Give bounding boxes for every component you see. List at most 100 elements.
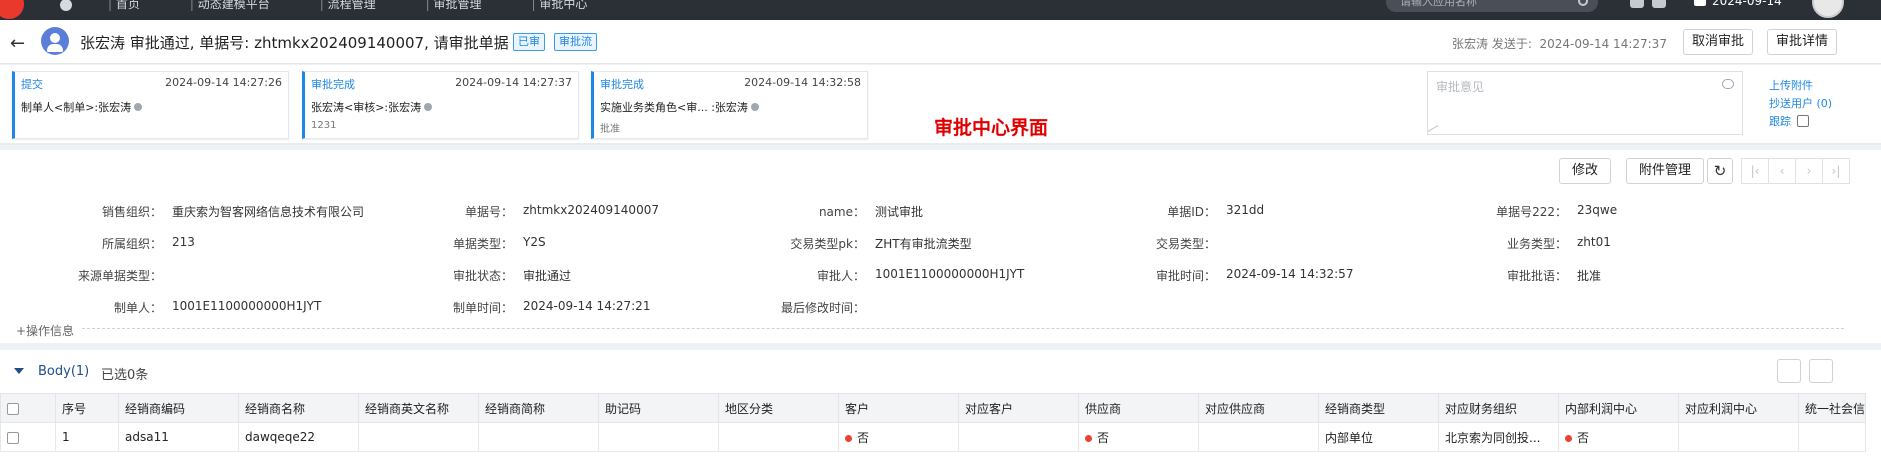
flow-card[interactable]: 提交 2024-09-14 14:27:26 制单人<制单>:张宏涛	[12, 71, 289, 139]
column-header[interactable]: 经销商名称	[238, 393, 359, 423]
back-arrow-icon[interactable]: ←	[10, 33, 25, 54]
column-header[interactable]: 对应客户	[958, 393, 1079, 423]
field-value: 2024-09-14 14:27:21	[523, 299, 651, 313]
flow-badge[interactable]: 审批流	[554, 33, 597, 51]
field-value: 测试审批	[875, 205, 924, 219]
field-label: 单据类型：	[452, 237, 513, 251]
grid-title[interactable]: Body(1)	[38, 364, 89, 379]
operation-info-toggle[interactable]: +操作信息	[16, 322, 74, 339]
field-label: name：	[818, 205, 865, 219]
field-value: 1001E1100000000H1JYT	[875, 267, 1025, 281]
annotation-label: 审批中心界面	[934, 117, 1049, 139]
column-header[interactable]: 助记码	[598, 393, 719, 423]
column-header[interactable]: 经销商编码	[118, 393, 239, 423]
refresh-icon[interactable]: ↻	[1707, 158, 1733, 184]
page-header: ← 张宏涛 审批通过, 单据号: zhtmkx202409140007, 请审批…	[0, 20, 1881, 64]
next-page-button[interactable]: ›	[1795, 158, 1823, 184]
field-value: 审批通过	[523, 269, 572, 283]
first-page-button[interactable]: |‹	[1741, 158, 1769, 184]
row-select-cell[interactable]	[0, 422, 56, 452]
field-label: 所属组织：	[101, 237, 162, 251]
app-search-placeholder: 请输入应用名称	[1400, 0, 1477, 8]
field-label: 单据ID：	[1167, 205, 1216, 219]
table-cell	[598, 422, 719, 452]
table-cell	[478, 422, 599, 452]
search-icon[interactable]	[1578, 0, 1588, 6]
user-avatar[interactable]	[1812, 0, 1844, 18]
attachment-manage-button[interactable]: 附件管理	[1626, 158, 1705, 184]
breadcrumb-item[interactable]: 动态建模平台	[190, 0, 270, 12]
column-header[interactable]: 供应商	[1078, 393, 1199, 423]
body-table: 序号 经销商编码 经销商名称 经销商英文名称 经销商简称 助记码 地区分类 客户…	[0, 393, 1867, 452]
app-search-input[interactable]: 请输入应用名称	[1386, 0, 1598, 12]
column-header[interactable]: 经销商英文名称	[358, 393, 479, 423]
field-value: 1001E1100000000H1JYT	[172, 299, 322, 313]
resize-handle-icon[interactable]	[1428, 125, 1438, 137]
flow-card[interactable]: 审批完成 2024-09-14 14:27:37 张宏涛<审核>:张宏涛 123…	[302, 71, 579, 139]
breadcrumb-item[interactable]: 流程管理	[320, 0, 376, 12]
column-header[interactable]: 序号	[55, 393, 119, 423]
column-header[interactable]: 对应财务组织	[1438, 393, 1559, 423]
select-all-checkbox[interactable]	[7, 402, 19, 415]
prev-page-button[interactable]: ‹	[1768, 158, 1796, 184]
flow-card-person: 实施业务类角色<审... :张宏涛	[600, 99, 861, 115]
column-header[interactable]: 经销商简称	[478, 393, 599, 423]
table-row[interactable]: 1 adsa11 dawqeqe22 否 否 内部单位 北京索为同创投... 否	[0, 422, 1867, 452]
comment-icon[interactable]	[1722, 79, 1734, 89]
table-cell: adsa11	[118, 422, 239, 452]
field-value: 批准	[1577, 269, 1602, 283]
home-icon[interactable]	[60, 0, 72, 11]
table-cell: 否	[1078, 422, 1199, 452]
breadcrumb-item[interactable]: 审批中心	[532, 0, 587, 12]
follow-checkbox[interactable]	[1797, 115, 1809, 127]
field-label: 制单时间：	[452, 301, 513, 315]
upload-attachment-link[interactable]: 上传附件	[1769, 77, 1813, 93]
collapse-caret-icon[interactable]	[14, 368, 24, 374]
breadcrumb-item[interactable]: 审批管理	[426, 0, 481, 12]
table-header-row: 序号 经销商编码 经销商名称 经销商英文名称 经销商简称 助记码 地区分类 客户…	[0, 393, 1867, 423]
breadcrumb-item[interactable]: 首页	[108, 0, 140, 12]
flow-card[interactable]: 审批完成 2024-09-14 14:32:58 实施业务类角色<审... :张…	[591, 71, 868, 139]
approval-detail-button[interactable]: 审批详情	[1767, 29, 1838, 55]
top-date: 2024-09-14	[1712, 0, 1782, 8]
status-badge: 已审	[513, 33, 545, 51]
grid-layout-icon[interactable]	[1777, 359, 1801, 383]
follow-toggle[interactable]: 跟踪	[1769, 113, 1809, 129]
column-header[interactable]: 地区分类	[718, 393, 839, 423]
calendar-icon	[1694, 0, 1706, 6]
cancel-approval-button[interactable]: 取消审批	[1683, 29, 1754, 55]
app-logo[interactable]	[0, 0, 24, 19]
boolean-value: 否	[1577, 430, 1590, 445]
opinion-placeholder: 审批意见	[1436, 80, 1485, 94]
field-label: 审批批语：	[1506, 269, 1567, 283]
table-cell: 内部单位	[1318, 422, 1439, 452]
row-checkbox[interactable]	[7, 431, 19, 444]
table-cell: dawqeqe22	[238, 422, 359, 452]
last-page-button[interactable]: ›|	[1822, 158, 1850, 184]
notification-icon[interactable]	[1652, 0, 1666, 8]
field-value: ZHT有审批流类型	[875, 237, 972, 251]
approval-opinion-input[interactable]: 审批意见	[1427, 71, 1743, 137]
message-icon[interactable]	[1630, 0, 1644, 8]
fullscreen-icon[interactable]	[1809, 359, 1833, 383]
sent-time: 2024-09-14 14:27:37	[1539, 37, 1667, 51]
status-dot-icon	[1565, 434, 1572, 442]
field-value: zht01	[1577, 235, 1611, 249]
column-header[interactable]: 对应利润中心	[1678, 393, 1799, 423]
table-cell: 北京索为同创投...	[1438, 422, 1559, 452]
column-header[interactable]: 内部利润中心	[1558, 393, 1679, 423]
field-label: 最后修改时间：	[780, 301, 865, 315]
flow-card-person: 张宏涛<审核>:张宏涛	[311, 99, 572, 115]
column-header[interactable]: 对应供应商	[1198, 393, 1319, 423]
header-form: 销售组织： 重庆索为智客网络信息技术有限公司 单据号： zhtmkx202409…	[0, 190, 1881, 343]
edit-button[interactable]: 修改	[1559, 158, 1612, 184]
boolean-value: 否	[1097, 430, 1110, 445]
top-nav-bar: 首页 动态建模平台 流程管理 审批管理 审批中心 请输入应用名称 2024-09…	[0, 0, 1881, 20]
field-label: 来源单据类型：	[77, 269, 162, 283]
column-header[interactable]: 客户	[838, 393, 959, 423]
select-all-cell[interactable]	[0, 393, 56, 423]
column-header[interactable]: 经销商类型	[1318, 393, 1439, 423]
cc-users-link[interactable]: 抄送用户 (0)	[1769, 95, 1832, 111]
table-cell: 否	[1558, 422, 1679, 452]
column-header[interactable]: 统一社会信	[1797, 393, 1867, 423]
